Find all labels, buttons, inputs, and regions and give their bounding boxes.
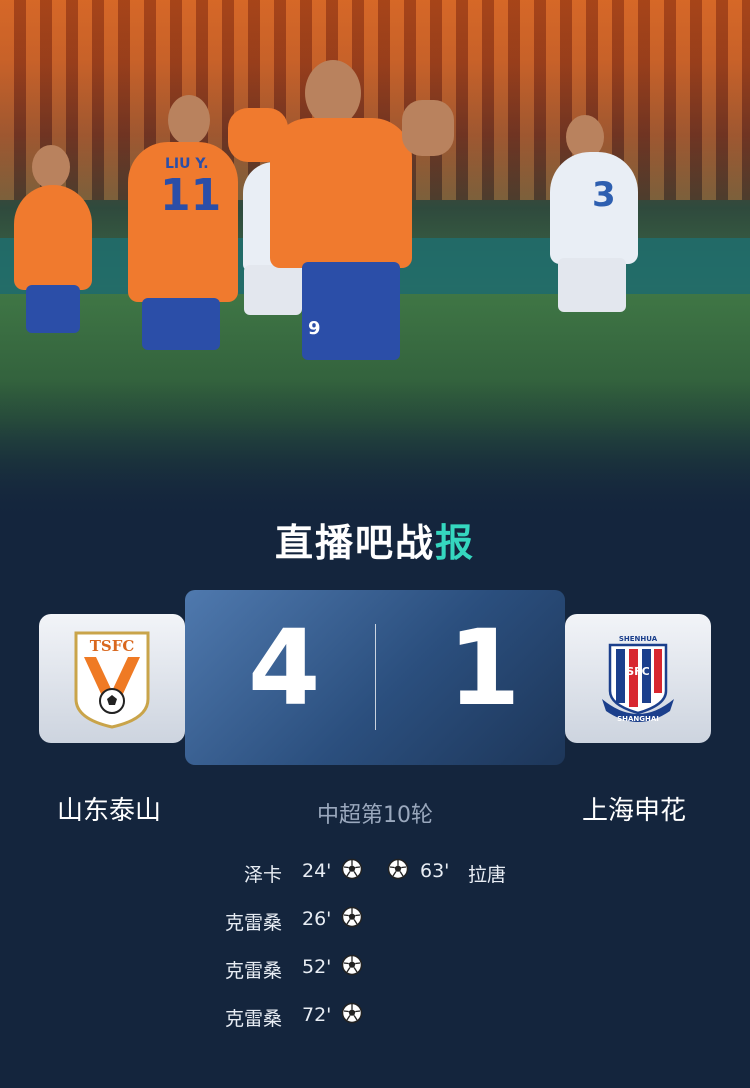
tsfc-logo-icon: TSFC [74,631,150,729]
home-goal-minute: 26' [302,908,332,930]
brand-title: 直播吧战报 [0,512,750,567]
home-goal-minute: 24' [302,860,332,882]
football-icon [387,858,409,885]
jersey-number: 3 [592,175,616,215]
home-scorer: 克雷桑 [224,1008,282,1030]
logo-text-bottom: SHANGHAI [617,715,659,723]
away-score: 1 [448,607,521,729]
match-photo: LIU Y. 11 5 9 3 [0,0,750,520]
football-icon [341,1002,363,1029]
brand-title-main: 直播吧战 [274,521,435,565]
score-divider [375,624,376,730]
shenhua-logo-icon: SHENHUA SFC SHANGHAI [602,635,674,723]
away-goal-minute: 63' [420,860,450,882]
jersey-number: 11 [160,170,222,221]
player-shorts [142,298,220,350]
football-icon [341,858,363,885]
player-head [305,60,361,126]
goal-row: 克雷桑 72' [0,1002,750,1030]
player-shorts [244,265,302,315]
player-home-9 [270,118,412,268]
player-home-left [14,185,92,290]
home-score: 4 [248,607,321,729]
logo-text: TSFC [90,637,135,655]
home-team-logo-card: TSFC [39,614,185,743]
goal-row: 克雷桑 26' [0,906,750,934]
logo-text-top: SHENHUA [619,635,658,643]
shorts-number: 9 [308,318,321,339]
player-arm [402,100,454,156]
logo-text-mid: SFC [626,665,650,678]
goal-row: 克雷桑 52' [0,954,750,982]
player-shorts [302,262,400,360]
player-shorts [558,258,626,312]
player-arm [228,108,288,162]
home-goal-minute: 52' [302,956,332,978]
away-scorer: 拉唐 [468,864,507,886]
player-head [32,145,70,189]
goal-row: 泽卡 24' 63' 拉唐 [0,858,750,886]
player-head [168,95,210,145]
home-goal-minute: 72' [302,1004,332,1026]
away-team-logo-card: SHENHUA SFC SHANGHAI [565,614,711,743]
brand-title-accent: 报 [435,521,476,565]
player-shorts [26,285,80,333]
home-scorer: 克雷桑 [224,912,282,934]
photo-fade [0,380,750,520]
home-scorer: 泽卡 [243,864,282,886]
football-icon [341,906,363,933]
home-scorer: 克雷桑 [224,960,282,982]
football-icon [341,954,363,981]
away-team-name: 上海申花 [582,796,687,826]
